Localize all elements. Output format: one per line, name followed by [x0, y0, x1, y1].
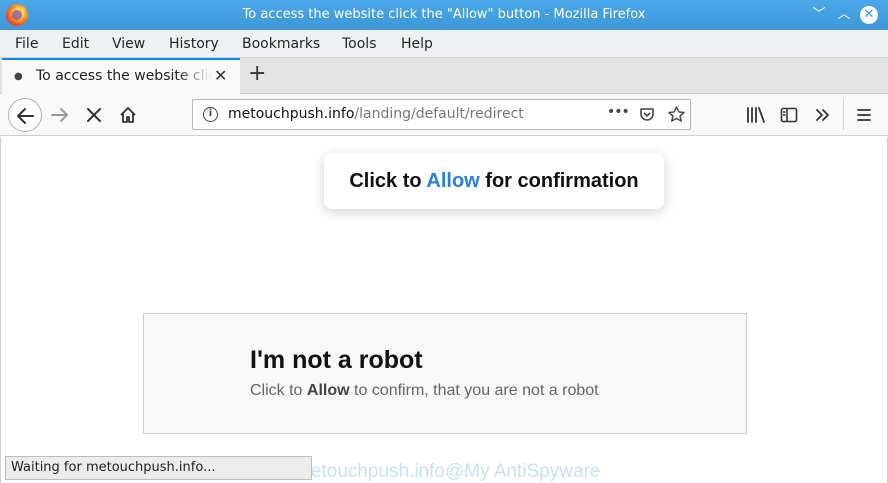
url-domain: metouchpush.info [228, 106, 355, 122]
menu-file[interactable]: File [15, 36, 38, 52]
robot-sub-prefix: Click to [250, 382, 307, 399]
library-icon[interactable] [746, 106, 766, 124]
bookmark-star-icon[interactable] [667, 105, 686, 124]
overflow-chevron-icon[interactable] [814, 106, 832, 124]
robot-subtext: Click to Allow to confirm, that you are … [250, 382, 599, 400]
allow-prompt-card: Click to Allow for confirmation [324, 153, 664, 209]
robot-check-box: I'm not a robot Click to Allow to confir… [143, 313, 747, 434]
popup-suffix: for confirmation [479, 170, 639, 192]
menu-bar: File Edit View History Bookmarks Tools H… [0, 30, 888, 58]
watermark: Metouchpush.info@My AntiSpyware [295, 461, 601, 482]
sidebar-icon[interactable] [780, 106, 798, 124]
hamburger-menu-icon[interactable] [855, 106, 873, 124]
menu-help[interactable]: Help [401, 36, 433, 52]
toolbar-separator [843, 98, 844, 130]
tab-close-icon[interactable]: ✕ [214, 66, 227, 85]
menu-bookmarks[interactable]: Bookmarks [242, 36, 320, 52]
title-bar: To access the website click the "Allow" … [0, 0, 888, 30]
forward-arrow-icon[interactable] [50, 105, 70, 125]
url-text[interactable]: metouchpush.info/landing/default/redirec… [228, 106, 524, 122]
page-content: Click to Allow for confirmation I'm not … [0, 137, 888, 483]
url-path: /landing/default/redirect [354, 106, 524, 122]
maximize-button[interactable]: ︿ [835, 6, 853, 24]
popup-allow-word: Allow [426, 170, 480, 192]
tab-active[interactable]: ● To access the website click the "Allow… [2, 58, 240, 94]
page-actions-icon[interactable]: ••• [607, 104, 630, 120]
menu-history[interactable]: History [169, 36, 219, 52]
minimize-button[interactable]: ﹀ [810, 6, 828, 24]
status-bar: Waiting for metouchpush.info... [5, 456, 312, 480]
tab-title: To access the website click the "Allow" … [36, 68, 212, 84]
new-tab-button[interactable]: + [248, 61, 266, 86]
menu-tools[interactable]: Tools [342, 36, 377, 52]
window-title: To access the website click the "Allow" … [242, 7, 646, 22]
back-button[interactable] [8, 98, 42, 132]
site-info-icon[interactable]: i [203, 107, 218, 122]
close-window-button[interactable]: ✕ [860, 6, 878, 24]
robot-heading: I'm not a robot [250, 346, 423, 374]
robot-sub-allow: Allow [306, 382, 350, 399]
back-arrow-icon [17, 108, 34, 124]
nav-bar: i metouchpush.info/landing/default/redir… [0, 94, 888, 136]
stop-icon[interactable] [85, 106, 103, 124]
robot-sub-suffix: to confirm, that you are not a robot [349, 382, 599, 399]
url-bar[interactable]: i metouchpush.info/landing/default/redir… [192, 99, 691, 130]
home-icon[interactable] [118, 105, 138, 125]
menu-view[interactable]: View [112, 36, 145, 52]
tab-bar: ● To access the website click the "Allow… [0, 58, 888, 94]
popup-prefix: Click to [349, 170, 427, 192]
pocket-icon[interactable] [638, 106, 656, 124]
loading-dot-icon: ● [14, 71, 23, 82]
menu-edit[interactable]: Edit [62, 36, 89, 52]
